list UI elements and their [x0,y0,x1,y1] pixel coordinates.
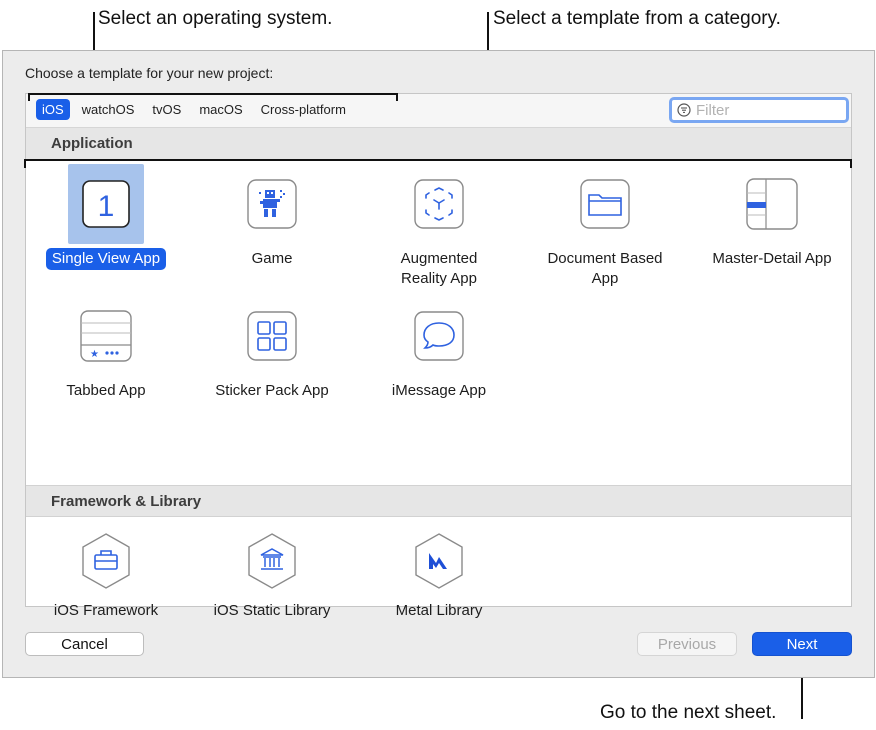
callout-bracket-template-right [850,159,852,168]
master-detail-app-tile-icon [734,164,810,244]
tab-macos[interactable]: macOS [193,99,248,120]
tabbed-app-icon: ★ [80,310,132,362]
sticker-pack-app-tile-icon [234,296,310,376]
new-project-sheet: Choose a template for your new project: … [2,50,875,678]
game-icon [247,179,297,229]
callout-template: Select a template from a category. [493,8,781,29]
ios-framework-tile-icon [68,526,144,596]
template-sticker-pack-app[interactable]: Sticker Pack App [192,296,352,402]
ios-framework-icon [82,533,130,589]
sticker-pack-app-icon [247,311,297,361]
template-toolbar: iOS watchOS tvOS macOS Cross-platform [26,94,851,128]
callout-bracket-template-left [24,159,26,168]
template-label: Tabbed App [66,382,146,399]
tabbed-app-tile-icon: ★ [68,296,144,376]
template-ios-static-library[interactable]: iOS Static Library [192,526,352,622]
template-label: iMessage App [391,382,487,399]
callout-next-sheet: Go to the next sheet. [600,702,777,723]
game-tile-icon [234,164,310,244]
dialog-prompt: Choose a template for your new project: [25,65,274,81]
template-label: Sticker Pack App [215,382,329,399]
imessage-app-tile-icon [401,296,477,376]
section-header-framework-library: Framework & Library [26,485,851,517]
single-view-app-icon: 1 [82,180,130,228]
tab-watchos[interactable]: watchOS [76,99,141,120]
template-panel: iOS watchOS tvOS macOS Cross-platform Ap… [25,93,852,619]
ios-static-library-tile-icon [234,526,310,596]
template-label: iOS Framework [53,602,159,619]
document-based-app-tile-icon [567,164,643,244]
template-label: Game [251,250,293,267]
metal-library-icon [415,533,463,589]
filter-field[interactable] [669,97,849,123]
section-header-application: Application [26,128,851,160]
tab-ios[interactable]: iOS [36,99,70,120]
cancel-button[interactable]: Cancel [25,632,144,656]
template-single-view-app[interactable]: 1 Single View App [26,164,186,270]
template-label: iOS Static Library [213,602,331,619]
template-label: Augmented Reality App [400,250,478,287]
template-tabbed-app[interactable]: ★ Tabbed App [26,296,186,402]
single-view-app-icon-text: 1 [98,190,115,223]
tab-cross-platform[interactable]: Cross-platform [255,99,352,120]
master-detail-app-icon [746,178,798,230]
imessage-app-icon [414,311,464,361]
metal-library-tile-icon [401,526,477,596]
template-game[interactable]: Game [192,164,352,270]
augmented-reality-icon [414,179,464,229]
os-tab-bar: iOS watchOS tvOS macOS Cross-platform [36,99,352,120]
augmented-reality-tile-icon [401,164,477,244]
template-label: Metal Library [395,602,483,619]
next-button[interactable]: Next [752,632,852,656]
filter-icon [677,103,691,117]
svg-text:★: ★ [90,349,99,360]
template-label: Master-Detail App [712,250,832,267]
template-metal-library[interactable]: Metal Library [359,526,519,622]
previous-button[interactable]: Previous [637,632,737,656]
template-label: Single View App [45,248,167,270]
document-based-app-icon [580,179,630,229]
ios-static-library-icon [248,533,296,589]
template-ios-framework[interactable]: iOS Framework [26,526,186,622]
single-view-app-tile-icon: 1 [68,164,144,244]
callout-bracket-template [24,159,852,161]
callout-bracket-os-left [28,93,30,101]
template-master-detail-app[interactable]: Master-Detail App [692,164,852,270]
template-imessage-app[interactable]: iMessage App [359,296,519,402]
callout-bracket-os-right [396,93,398,101]
template-label: Document Based App [547,250,663,287]
callout-bracket-os [28,93,398,95]
template-document-based-app[interactable]: Document Based App [525,164,685,290]
filter-input[interactable] [696,101,841,119]
tab-tvos[interactable]: tvOS [146,99,187,120]
template-augmented-reality-app[interactable]: Augmented Reality App [359,164,519,290]
callout-operating-system: Select an operating system. [98,8,333,29]
